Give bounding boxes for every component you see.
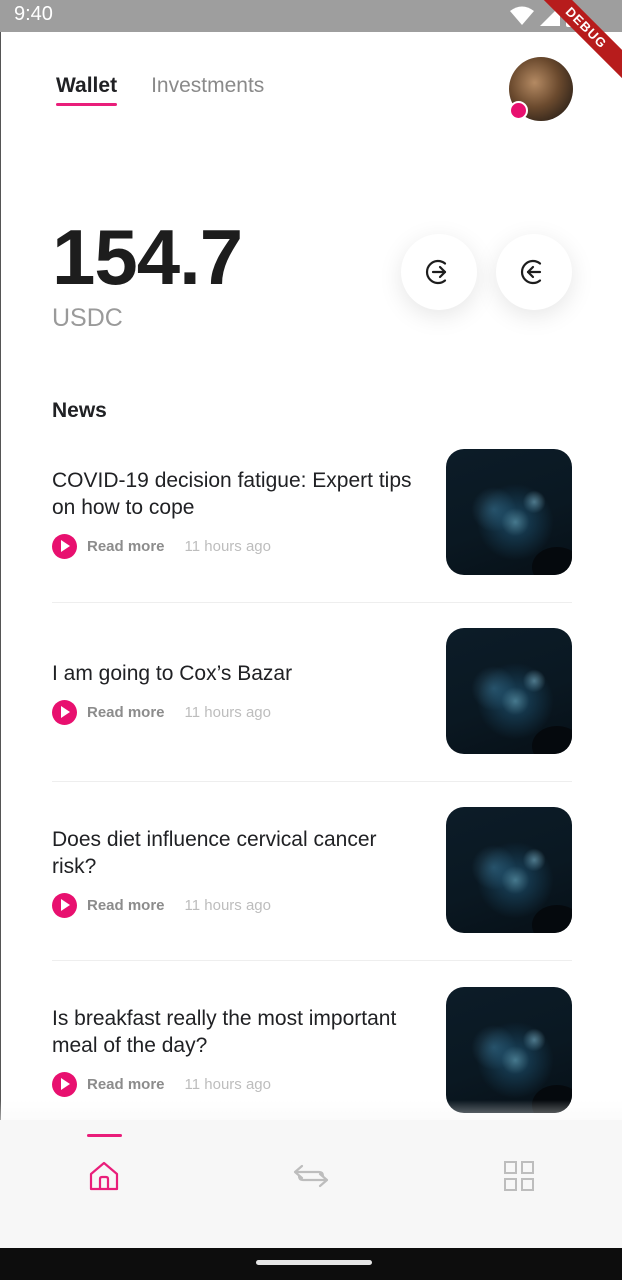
tab-investments[interactable]: Investments <box>151 74 264 98</box>
news-divider <box>52 960 572 961</box>
nav-transfer-button[interactable] <box>291 1156 331 1196</box>
play-icon <box>60 899 70 911</box>
nav-active-indicator <box>87 1134 122 1137</box>
news-meta: Read more 11 hours ago <box>52 892 271 918</box>
play-button[interactable] <box>52 699 77 725</box>
tab-wallet[interactable]: Wallet <box>56 74 118 106</box>
nav-grid-button[interactable] <box>499 1156 539 1196</box>
left-edge-divider <box>0 32 1 1248</box>
news-meta: Read more 11 hours ago <box>52 699 271 725</box>
receive-button[interactable] <box>496 234 572 310</box>
grid-icon <box>504 1161 534 1191</box>
news-headline[interactable]: COVID-19 decision fatigue: Expert tips o… <box>52 467 422 521</box>
balance-currency: USDC <box>52 304 123 332</box>
read-more-link[interactable]: Read more <box>87 538 165 555</box>
play-button[interactable] <box>52 892 77 918</box>
news-headline[interactable]: I am going to Cox’s Bazar <box>52 660 422 687</box>
news-time: 11 hours ago <box>184 896 271 914</box>
status-bar: 9:40 <box>0 0 622 32</box>
news-item[interactable]: Does diet influence cervical cancer risk… <box>52 807 572 935</box>
news-headline[interactable]: Is breakfast really the most important m… <box>52 1005 422 1059</box>
news-item[interactable]: COVID-19 decision fatigue: Expert tips o… <box>52 449 572 577</box>
send-button[interactable] <box>401 234 477 310</box>
play-button[interactable] <box>52 533 77 559</box>
cellular-icon <box>540 6 560 26</box>
read-more-link[interactable]: Read more <box>87 704 165 721</box>
read-more-link[interactable]: Read more <box>87 897 165 914</box>
news-item[interactable]: Is breakfast really the most important m… <box>52 987 572 1115</box>
play-button[interactable] <box>52 1071 77 1097</box>
system-navigation-bar <box>0 1248 622 1280</box>
news-time: 11 hours ago <box>184 1075 271 1093</box>
news-thumbnail[interactable] <box>446 628 572 754</box>
news-divider <box>52 781 572 782</box>
news-thumbnail[interactable] <box>446 449 572 575</box>
wifi-icon <box>510 6 534 25</box>
nav-home-button[interactable] <box>84 1156 124 1196</box>
news-meta: Read more 11 hours ago <box>52 1071 271 1097</box>
balance-amount: 154.7 <box>52 213 243 301</box>
bottom-navigation <box>0 1120 622 1248</box>
play-icon <box>60 706 70 718</box>
avatar-status-dot <box>509 101 528 120</box>
status-icons <box>510 5 578 27</box>
news-meta: Read more 11 hours ago <box>52 533 271 559</box>
arrow-left-circle-icon <box>520 259 542 285</box>
play-icon <box>60 540 70 552</box>
news-thumbnail[interactable] <box>446 807 572 933</box>
read-more-link[interactable]: Read more <box>87 1076 165 1093</box>
play-icon <box>60 1078 70 1090</box>
transfer-icon <box>293 1164 329 1188</box>
news-item[interactable]: I am going to Cox’s Bazar Read more 11 h… <box>52 628 572 756</box>
battery-icon <box>566 5 578 27</box>
news-section-title: News <box>52 399 107 422</box>
news-time: 11 hours ago <box>184 703 271 721</box>
home-gesture-pill[interactable] <box>256 1260 372 1265</box>
home-icon <box>89 1161 119 1191</box>
news-divider <box>52 602 572 603</box>
news-time: 11 hours ago <box>184 537 271 555</box>
header-tabs: Wallet Investments <box>56 74 264 106</box>
arrow-right-circle-icon <box>425 259 447 285</box>
news-thumbnail[interactable] <box>446 987 572 1113</box>
status-time: 9:40 <box>14 3 53 25</box>
news-headline[interactable]: Does diet influence cervical cancer risk… <box>52 826 422 880</box>
